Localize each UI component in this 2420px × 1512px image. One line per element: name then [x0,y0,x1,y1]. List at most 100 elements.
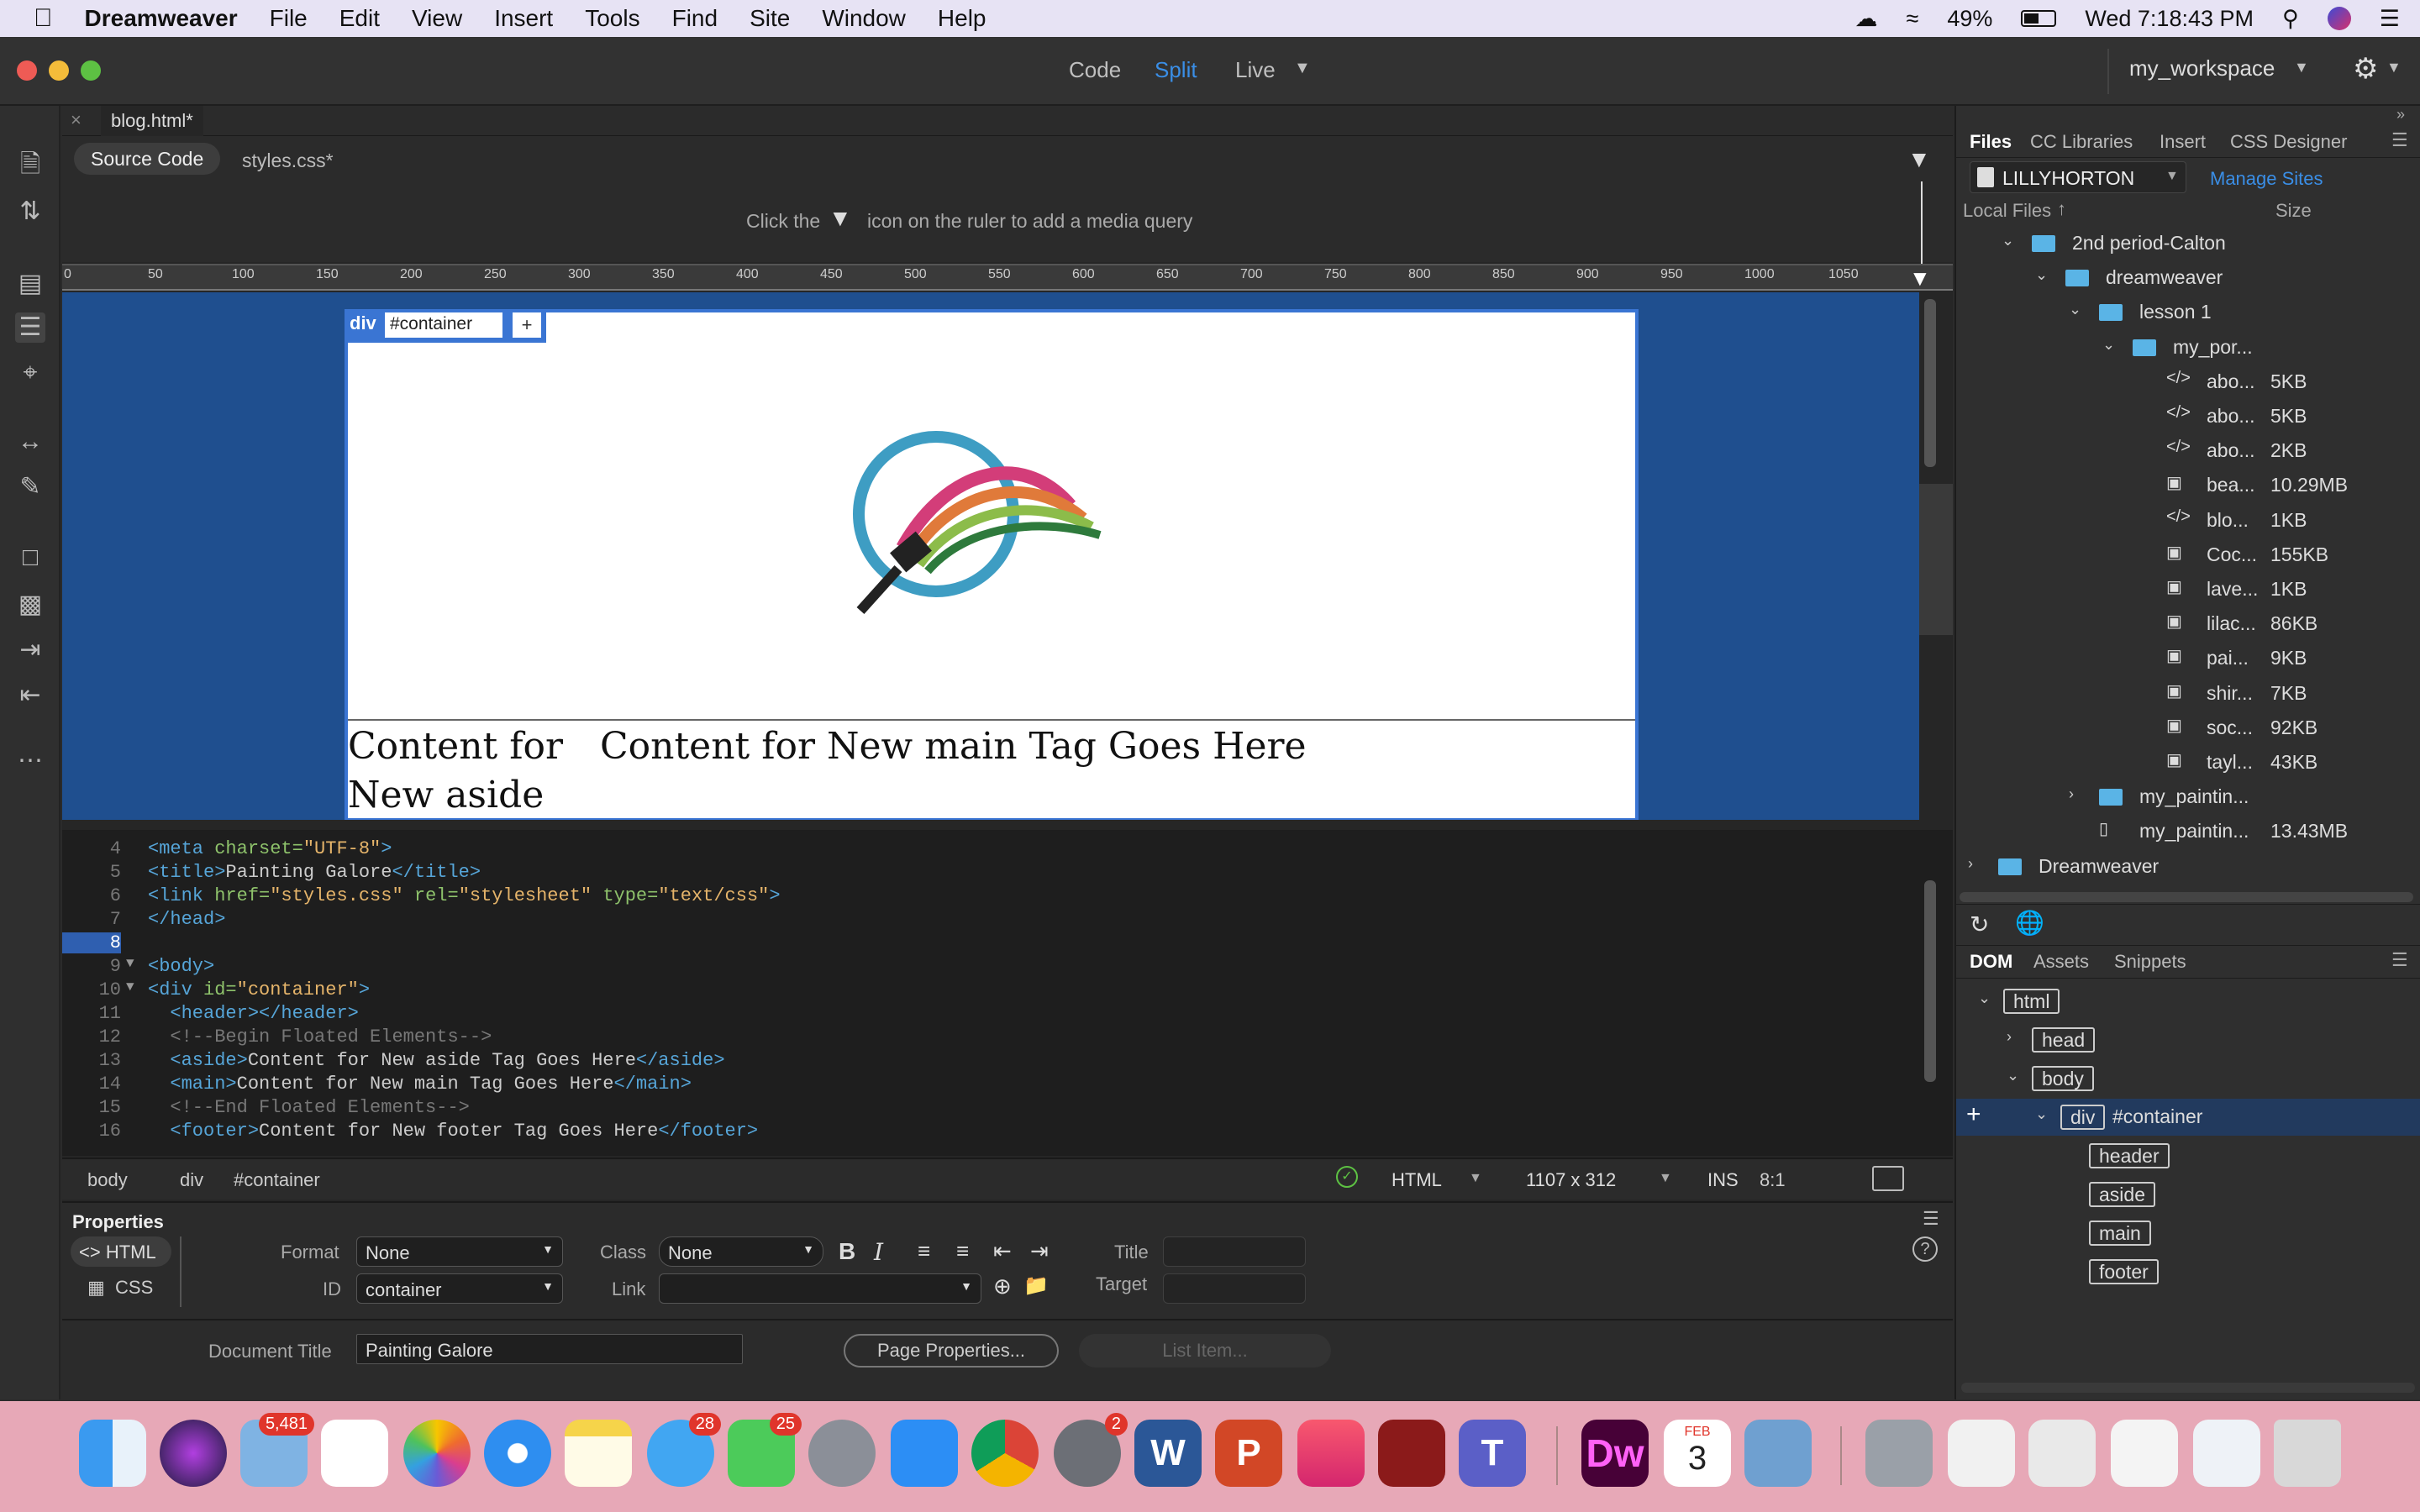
format-select[interactable]: None ▼ [356,1236,563,1267]
app-menu[interactable]: Dreamweaver [85,5,238,32]
tab-assets[interactable]: Assets [2033,951,2089,973]
unordered-list-icon[interactable]: ≡ [918,1238,930,1264]
dom-tag[interactable]: footer [2089,1259,2159,1284]
doc-type-chevron-icon[interactable]: ▼ [1469,1171,1482,1186]
sort-arrow-icon[interactable]: ↑ [2057,198,2066,220]
trash-icon[interactable] [2274,1420,2341,1487]
expand-chevron-icon[interactable]: ⌄ [2102,336,2115,354]
menu-help[interactable]: Help [938,5,986,32]
indent-icon[interactable]: ⇥ [15,635,45,665]
id-select[interactable]: container ▼ [356,1273,563,1304]
expand-chevron-icon[interactable]: ⌄ [1978,990,1991,1007]
live-options-chevron-icon[interactable]: ▼ [1294,59,1311,78]
code-line[interactable]: 9 ▼ <body> [62,956,1919,979]
line-number[interactable]: 14 [62,1074,121,1095]
file-tree-row[interactable]: ▣ bea... 10.29MB [1956,470,2420,501]
css-mode-button[interactable]: ▦ CSS [87,1277,153,1299]
line-number[interactable]: 13 [62,1050,121,1071]
recent-window-3-icon[interactable] [2028,1420,2096,1487]
line-number[interactable]: 8 [62,932,121,953]
code-line[interactable]: 15 <!--End Floated Elements--> [62,1097,1919,1121]
expand-chevron-icon[interactable]: ⌄ [2035,266,2048,284]
file-tree-row[interactable]: ▣ soc... 92KB [1956,713,2420,743]
live-code-icon[interactable]: ▤ [15,269,45,299]
dom-scrollbar[interactable] [1961,1383,2415,1393]
html-mode-button[interactable]: <> HTML [71,1236,171,1267]
aside-region[interactable]: Content for New aside Tag [348,722,592,820]
menu-find[interactable]: Find [672,5,718,32]
file-tree-row[interactable]: ▣ shir... 7KB [1956,679,2420,709]
recent-window-5-icon[interactable] [2193,1420,2260,1487]
chrome-icon[interactable] [971,1420,1039,1487]
add-class-button[interactable]: + [513,312,541,338]
code-line[interactable]: 4 <meta charset="UTF-8"> [62,838,1919,862]
file-tree-row[interactable]: </> abo... 2KB [1956,436,2420,466]
wrap-tag-icon[interactable]: ✎ [15,472,45,502]
window-size-select[interactable]: 1107 x 312 [1526,1169,1616,1191]
spotlight-icon[interactable]: ⚲ [2282,6,2299,32]
code-line[interactable]: 5 <title>Painting Galore</title> [62,862,1919,885]
file-tree-row[interactable]: </> abo... 5KB [1956,367,2420,397]
menu-edit[interactable]: Edit [339,5,380,32]
filter-related-files-icon[interactable]: ▼ [1907,146,1931,173]
system-preferences-icon[interactable]: 2 [1054,1413,1128,1487]
file-tree-row[interactable]: ⌄ lesson 1 [1956,297,2420,328]
browse-folder-icon[interactable]: 📁 [1023,1273,1049,1298]
file-tree-row[interactable]: ⌄ dreamweaver [1956,263,2420,293]
safari-icon[interactable] [484,1420,551,1487]
expand-icon[interactable]: ↔ [15,427,45,457]
zoom-window-button[interactable] [81,60,101,81]
document-title-input[interactable]: Painting Galore [356,1334,743,1364]
expand-chevron-icon[interactable]: ⌄ [2069,301,2081,318]
menu-window[interactable]: Window [822,5,906,32]
line-number[interactable]: 9 [62,956,121,977]
wifi-icon[interactable]: ≈ [1907,6,1919,32]
app-store-icon[interactable] [891,1420,958,1487]
dom-node[interactable]: aside [1956,1176,2420,1213]
dom-node[interactable]: + ⌄ div #container [1956,1099,2420,1136]
dom-node[interactable]: main [1956,1215,2420,1252]
launchpad-icon[interactable] [808,1420,876,1487]
close-window-button[interactable] [17,60,37,81]
local-files-header[interactable]: Local Files [1963,200,2051,222]
files-panel-menu-icon[interactable]: ☰ [2391,129,2408,151]
notes-icon[interactable] [565,1420,632,1487]
open-documents-icon[interactable]: 🗎 [15,150,45,180]
breadcrumb-container[interactable]: #container [234,1169,320,1191]
breadcrumb-body[interactable]: body [87,1169,128,1191]
recent-window-2-icon[interactable] [1948,1420,2015,1487]
tab-dom[interactable]: DOM [1970,951,2012,973]
tab-snippets[interactable]: Snippets [2114,951,2186,973]
code-line[interactable]: 16 <footer>Content for New footer Tag Go… [62,1121,1919,1144]
add-element-icon[interactable]: + [1966,1100,1981,1129]
word-icon[interactable]: W [1134,1420,1202,1487]
code-line[interactable]: 10 ▼ <div id="container"> [62,979,1919,1003]
clock[interactable]: Wed 7:18:43 PM [2085,6,2254,32]
file-tree-row[interactable]: ▯ my_paintin... 13.43MB [1956,816,2420,847]
menu-insert[interactable]: Insert [494,5,553,32]
line-number[interactable]: 7 [62,909,121,930]
fold-arrow-icon[interactable]: ▼ [126,956,134,971]
file-tree-row[interactable]: ▣ Coc... 155KB [1956,540,2420,570]
menu-tools[interactable]: Tools [585,5,639,32]
creative-cloud-icon[interactable]: ☁ [1855,6,1878,32]
tab-insert[interactable]: Insert [2160,131,2206,153]
design-scrollbar[interactable] [1924,299,1936,467]
add-media-query-icon[interactable]: ▼ [1909,265,1931,291]
snippet-icon[interactable]: ▩ [15,590,45,620]
collapse-chevron-icon[interactable]: › [1968,855,1973,873]
refresh-icon[interactable]: ↻ [1970,911,1989,938]
file-tree-row[interactable]: › my_paintin... [1956,782,2420,812]
code-line[interactable]: 13 <aside>Content for New aside Tag Goes… [62,1050,1919,1074]
teams-icon[interactable]: T [1459,1420,1526,1487]
dom-node[interactable]: footer [1956,1253,2420,1290]
styles-css-tab[interactable]: styles.css* [242,150,334,172]
design-view[interactable]: div #container + Content for New aside T… [62,292,1919,820]
preview-icon[interactable] [1872,1166,1904,1191]
code-scrollbar[interactable] [1924,880,1936,1082]
code-line[interactable]: 14 <main>Content for New main Tag Goes H… [62,1074,1919,1097]
file-tree-row[interactable]: ⌄ my_por... [1956,333,2420,363]
expand-chevron-icon[interactable]: ⌄ [2035,1105,2048,1123]
battery-icon[interactable] [2021,10,2057,27]
tab-files[interactable]: Files [1970,131,2012,153]
